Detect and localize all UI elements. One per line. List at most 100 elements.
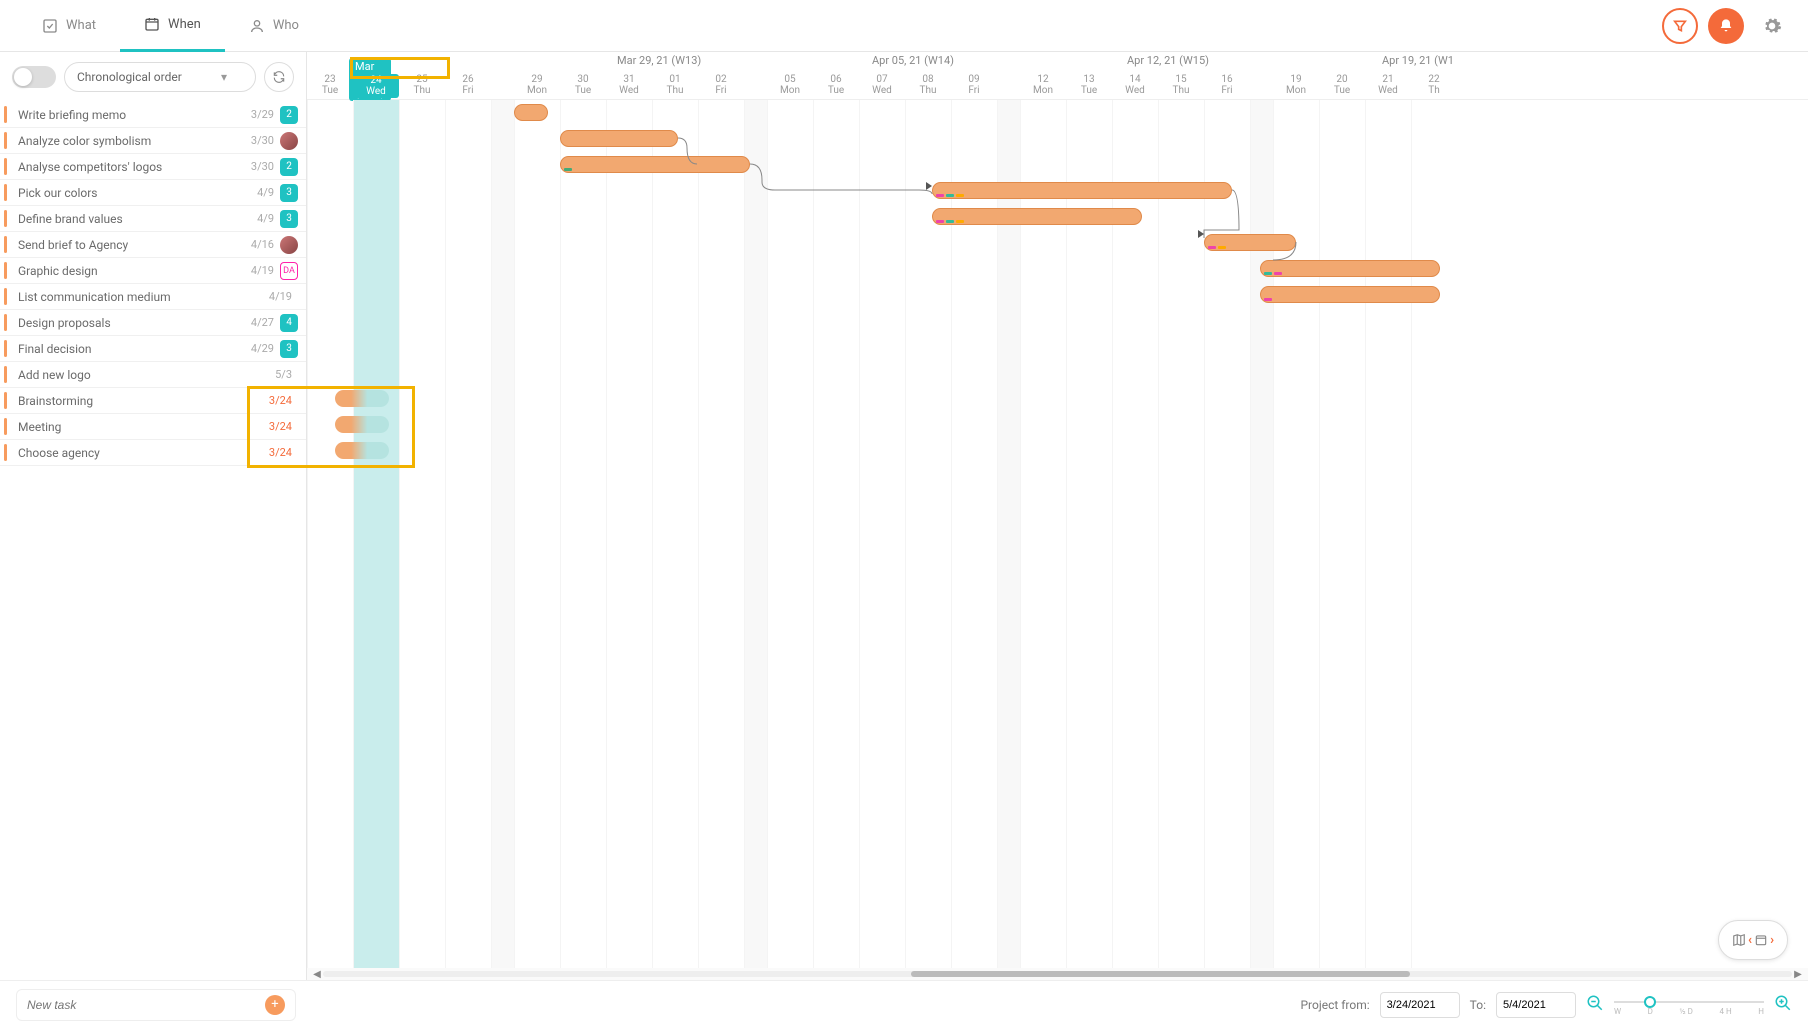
task-date: 4/29 (251, 342, 274, 355)
task-name: Design proposals (18, 316, 251, 330)
task-row[interactable]: Write briefing memo3/292 (0, 102, 306, 128)
project-to-input[interactable] (1496, 992, 1576, 1018)
tab-when[interactable]: When (120, 0, 225, 52)
task-row[interactable]: Pick our colors4/93 (0, 180, 306, 206)
task-row[interactable]: Analyze color symbolism3/30 (0, 128, 306, 154)
grid-column (1066, 100, 1112, 980)
task-name: Choose agency (18, 446, 269, 460)
project-from-label: Project from: (1300, 998, 1369, 1012)
gantt-bar[interactable] (560, 130, 678, 147)
gantt-bar[interactable] (335, 442, 389, 459)
add-task-button[interactable]: + (265, 995, 285, 1015)
task-row[interactable]: Brainstorming3/24 (0, 388, 306, 414)
week-label: Apr 19, 21 (W1 (1382, 54, 1454, 67)
refresh-button[interactable] (264, 62, 294, 92)
grid-column (1273, 100, 1319, 980)
zoom-out-button[interactable] (1586, 994, 1604, 1016)
week-label: Mar 29, 21 (W13) (617, 54, 701, 67)
task-sidebar: Chronological order ▾ Write briefing mem… (0, 52, 307, 980)
task-row[interactable]: Choose agency3/24 (0, 440, 306, 466)
gantt-bar[interactable] (1260, 286, 1440, 303)
task-badge: DA (280, 262, 298, 280)
gantt-bar[interactable] (335, 390, 389, 407)
task-date: 3/24 (269, 446, 292, 459)
gantt-bar[interactable] (560, 156, 750, 173)
task-name: Add new logo (18, 368, 275, 382)
scroll-thumb[interactable] (911, 971, 1410, 977)
task-date: 4/19 (269, 290, 292, 303)
gantt-timeline[interactable]: Mar 22, 21 (W12)Mar 29, 21 (W13)Apr 05, … (307, 52, 1808, 980)
grid-column (813, 100, 859, 980)
tab-what[interactable]: What (18, 0, 120, 52)
gantt-bar[interactable] (514, 104, 548, 121)
day-header: 05Mon (767, 74, 813, 96)
task-row[interactable]: Graphic design4/19DA (0, 258, 306, 284)
task-row[interactable]: Analyse competitors' logos3/302 (0, 154, 306, 180)
refresh-icon (272, 70, 286, 84)
gantt-bar[interactable] (335, 416, 389, 433)
view-toggle[interactable] (12, 66, 56, 88)
grid-column (1158, 100, 1204, 980)
gantt-bar[interactable] (932, 208, 1142, 225)
scroll-right[interactable]: ▶ (1792, 969, 1804, 980)
grid-column (1365, 100, 1411, 980)
gantt-bar[interactable] (1260, 260, 1440, 277)
zoom-tick: D (1648, 1007, 1653, 1016)
grid-column (307, 100, 353, 980)
settings-button[interactable] (1754, 8, 1790, 44)
day-header: 26Fri (445, 74, 491, 96)
tab-who-label: Who (273, 18, 299, 33)
task-row[interactable]: Final decision4/293 (0, 336, 306, 362)
zoom-out-icon (1586, 994, 1604, 1012)
project-from-input[interactable] (1380, 992, 1460, 1018)
timeline-body[interactable] (307, 100, 1808, 980)
task-date: 3/29 (251, 108, 274, 121)
task-badge: 3 (280, 184, 298, 202)
task-row[interactable]: Add new logo5/3 (0, 362, 306, 388)
day-header: 19Mon (1273, 74, 1319, 96)
gantt-bar[interactable] (932, 182, 1232, 199)
zoom-slider[interactable]: WD½ D4 HH (1614, 993, 1764, 1017)
new-task-input-wrap: + (16, 989, 296, 1021)
timeline-header: Mar 22, 21 (W12)Mar 29, 21 (W13)Apr 05, … (307, 52, 1808, 100)
project-to-label: To: (1470, 998, 1486, 1012)
chevron-down-icon: ▾ (221, 70, 227, 84)
task-row[interactable]: List communication medium4/19 (0, 284, 306, 310)
task-row[interactable]: Define brand values4/93 (0, 206, 306, 232)
tab-who[interactable]: Who (225, 0, 323, 52)
task-row[interactable]: Design proposals4/274 (0, 310, 306, 336)
day-header: 25Thu (399, 74, 445, 96)
zoom-in-button[interactable] (1774, 994, 1792, 1016)
timeline-nav-pill: ‹ › (1718, 920, 1788, 960)
task-row[interactable]: Send brief to Agency4/16 (0, 232, 306, 258)
gantt-bar[interactable] (1204, 234, 1296, 251)
sort-dropdown[interactable]: Chronological order ▾ (64, 62, 256, 92)
task-name: Send brief to Agency (18, 238, 251, 252)
weekend-column (491, 100, 514, 980)
nav-prev[interactable]: ‹ (1748, 933, 1752, 948)
filter-button[interactable] (1662, 8, 1698, 44)
notifications-button[interactable] (1708, 8, 1744, 44)
task-date: 5/3 (275, 368, 292, 381)
zoom-tick: 4 H (1720, 1007, 1732, 1016)
tab-when-label: When (168, 17, 201, 32)
grid-column (1204, 100, 1250, 980)
task-row[interactable]: Meeting3/24 (0, 414, 306, 440)
filter-icon (1672, 18, 1688, 34)
task-date: 4/9 (257, 186, 274, 199)
day-header: 01Thu (652, 74, 698, 96)
new-task-input[interactable] (27, 998, 265, 1012)
task-date: 4/16 (251, 238, 274, 251)
scroll-left[interactable]: ◀ (311, 969, 323, 980)
task-date: 3/30 (251, 134, 274, 147)
day-header: 12Mon (1020, 74, 1066, 96)
task-date: 3/24 (269, 420, 292, 433)
day-header: 24Wed (353, 74, 399, 98)
nav-next[interactable]: › (1770, 933, 1774, 948)
zoom-tick: W (1614, 1007, 1621, 1016)
task-date: 4/19 (251, 264, 274, 277)
task-date: 4/9 (257, 212, 274, 225)
task-name: Define brand values (18, 212, 257, 226)
task-date: 3/30 (251, 160, 274, 173)
horizontal-scrollbar[interactable]: ◀ ▶ (307, 968, 1808, 980)
